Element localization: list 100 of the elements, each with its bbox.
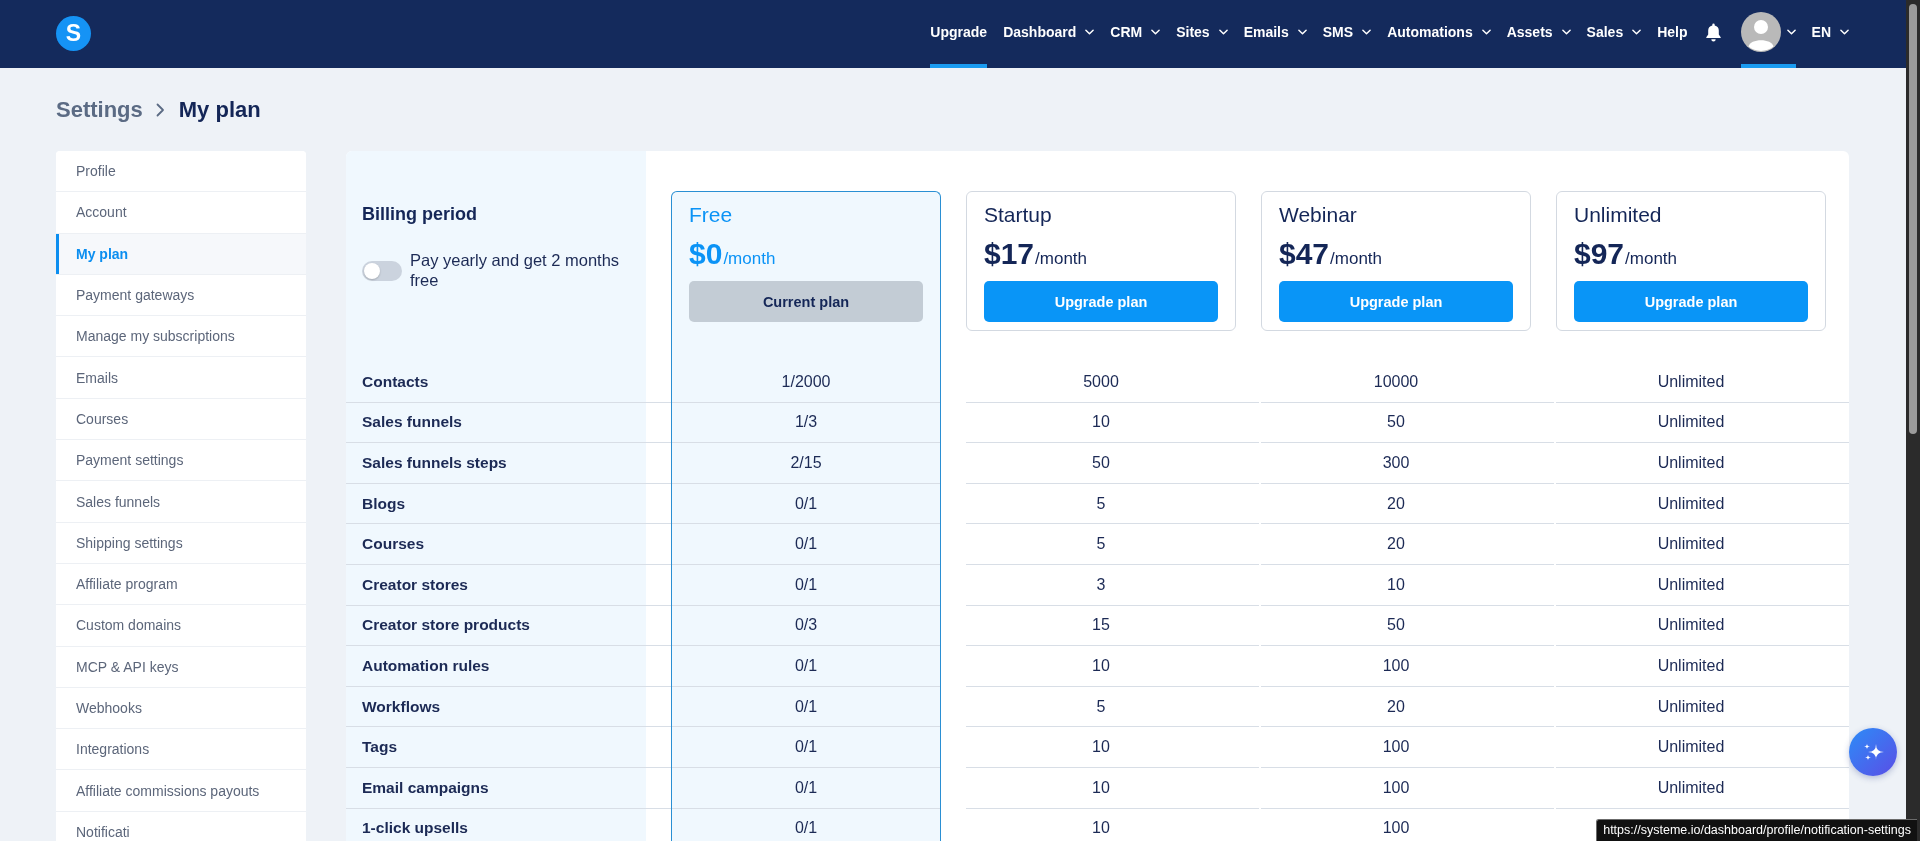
plan-price: $47 [1279,236,1330,272]
price-period: /month [723,249,776,269]
table-cell: Unlimited [1556,402,1849,444]
table-cell: 300 [1261,443,1554,484]
feature-name: Automation rules [346,646,646,687]
table-cell: 0/3 [672,605,940,647]
language-selector[interactable]: EN [1811,0,1849,68]
table-cell: 10000 [1261,362,1554,403]
nav-menu-item[interactable]: Dashboard [1003,0,1095,68]
feature-name: 1-click upsells [346,808,646,841]
table-cell: Unlimited [1556,362,1849,403]
price-period: /month [1035,249,1088,269]
upgrade-plan-button[interactable]: Upgrade plan [984,281,1218,322]
table-cell: Unlimited [1556,727,1849,768]
plan-name: Unlimited [1574,203,1662,227]
chevron-down-icon [1786,29,1796,35]
upgrade-plan-button[interactable]: Upgrade plan [1574,281,1808,322]
chevron-down-icon [1840,29,1849,35]
table-cell: 20 [1261,686,1554,728]
feature-name: Contacts [346,362,646,403]
table-cell: 1/2000 [672,362,940,403]
table-cell: 0/1 [672,808,940,841]
plan-price: $0 [689,236,723,272]
feature-name: Email campaigns [346,767,646,809]
feature-name: Blogs [346,483,646,525]
table-cell: 20 [1261,483,1554,525]
nav-menu-item[interactable]: Upgrade [930,0,988,68]
plan-name: Startup [984,203,1052,227]
nav-menu-item[interactable]: Assets [1506,0,1571,68]
table-cell: 10 [966,767,1259,809]
link-url-tooltip: https://systeme.io/dashboard/profile/notification-settings [1596,819,1917,841]
sidebar-item[interactable]: Profile [56,151,306,193]
table-cell: 3 [966,564,1259,606]
table-cell: Unlimited [1556,686,1849,728]
table-cell: 50 [1261,605,1554,647]
page-title: My plan [178,96,261,124]
nav-menu-item[interactable]: Sales [1586,0,1642,68]
table-cell: 100 [1261,646,1554,687]
table-cell: Unlimited [1556,605,1849,647]
app-logo[interactable]: S [56,15,91,51]
table-cell: Unlimited [1556,443,1849,484]
current-plan-button[interactable]: Current plan [689,281,923,322]
nav-menu-item[interactable]: SMS [1322,0,1372,68]
sidebar-item[interactable]: My plan [56,233,306,275]
table-cell: Unlimited [1556,524,1849,565]
billing-period-label: Billing period [362,203,477,225]
plan-name: Free [689,203,733,227]
table-cell: 5 [966,524,1259,565]
nav-menu-item[interactable]: Automations [1387,0,1491,68]
table-cell: 0/1 [672,727,940,768]
table-cell: 20 [1261,524,1554,565]
plan-price: $97 [1574,236,1625,272]
feature-name: Courses [346,524,646,565]
table-cell: Unlimited [1556,646,1849,687]
table-cell: Unlimited [1556,483,1849,525]
table-cell: 100 [1261,727,1554,768]
chevron-right-icon [155,103,165,117]
nav-menu-item[interactable]: Emails [1243,0,1307,68]
billing-toggle[interactable] [362,261,402,281]
toggle-label: Pay yearly and get 2 months free [410,250,621,290]
table-cell: Unlimited [1556,767,1849,809]
price-period: /month [1625,249,1678,269]
table-cell: 10 [1261,564,1554,606]
breadcrumb-link[interactable]: Settings [56,96,143,124]
feature-name: Tags [346,727,646,768]
table-cell: 0/1 [672,564,940,606]
feature-name: Creator stores [346,564,646,606]
notification-bell-icon[interactable] [1704,22,1722,42]
user-avatar-icon [1740,12,1781,52]
table-cell: 0/1 [672,483,940,525]
table-cell: 100 [1261,767,1554,809]
plan-name: Webinar [1279,203,1357,227]
nav-menu-item[interactable]: Sites [1176,0,1228,68]
table-cell: 0/1 [672,646,940,687]
plan-price: $17 [984,236,1035,272]
table-cell: 10 [966,646,1259,687]
feature-name: Sales funnels [346,402,646,444]
table-cell: 0/1 [672,767,940,809]
feature-name: Workflows [346,686,646,728]
table-cell: 5 [966,483,1259,525]
table-cell: 10 [966,808,1259,841]
upgrade-plan-button[interactable]: Upgrade plan [1279,281,1513,322]
table-cell: 50 [966,443,1259,484]
scrollbar-thumb[interactable] [1909,4,1917,434]
nav-menu-item[interactable]: Help [1657,0,1688,68]
table-cell: 10 [966,402,1259,444]
table-cell: 5000 [966,362,1259,403]
feature-name: Sales funnels steps [346,443,646,484]
table-cell: 5 [966,686,1259,728]
table-cell: 10 [966,727,1259,768]
table-cell: 0/1 [672,686,940,728]
table-cell: 2/15 [672,443,940,484]
table-cell: 100 [1261,808,1554,841]
table-cell: 50 [1261,402,1554,444]
table-cell: 15 [966,605,1259,647]
nav-menu-item[interactable]: CRM [1110,0,1161,68]
feature-name: Creator store products [346,605,646,647]
table-cell: 1/3 [672,402,940,444]
table-cell: 0/1 [672,524,940,565]
table-cell: Unlimited [1556,564,1849,606]
